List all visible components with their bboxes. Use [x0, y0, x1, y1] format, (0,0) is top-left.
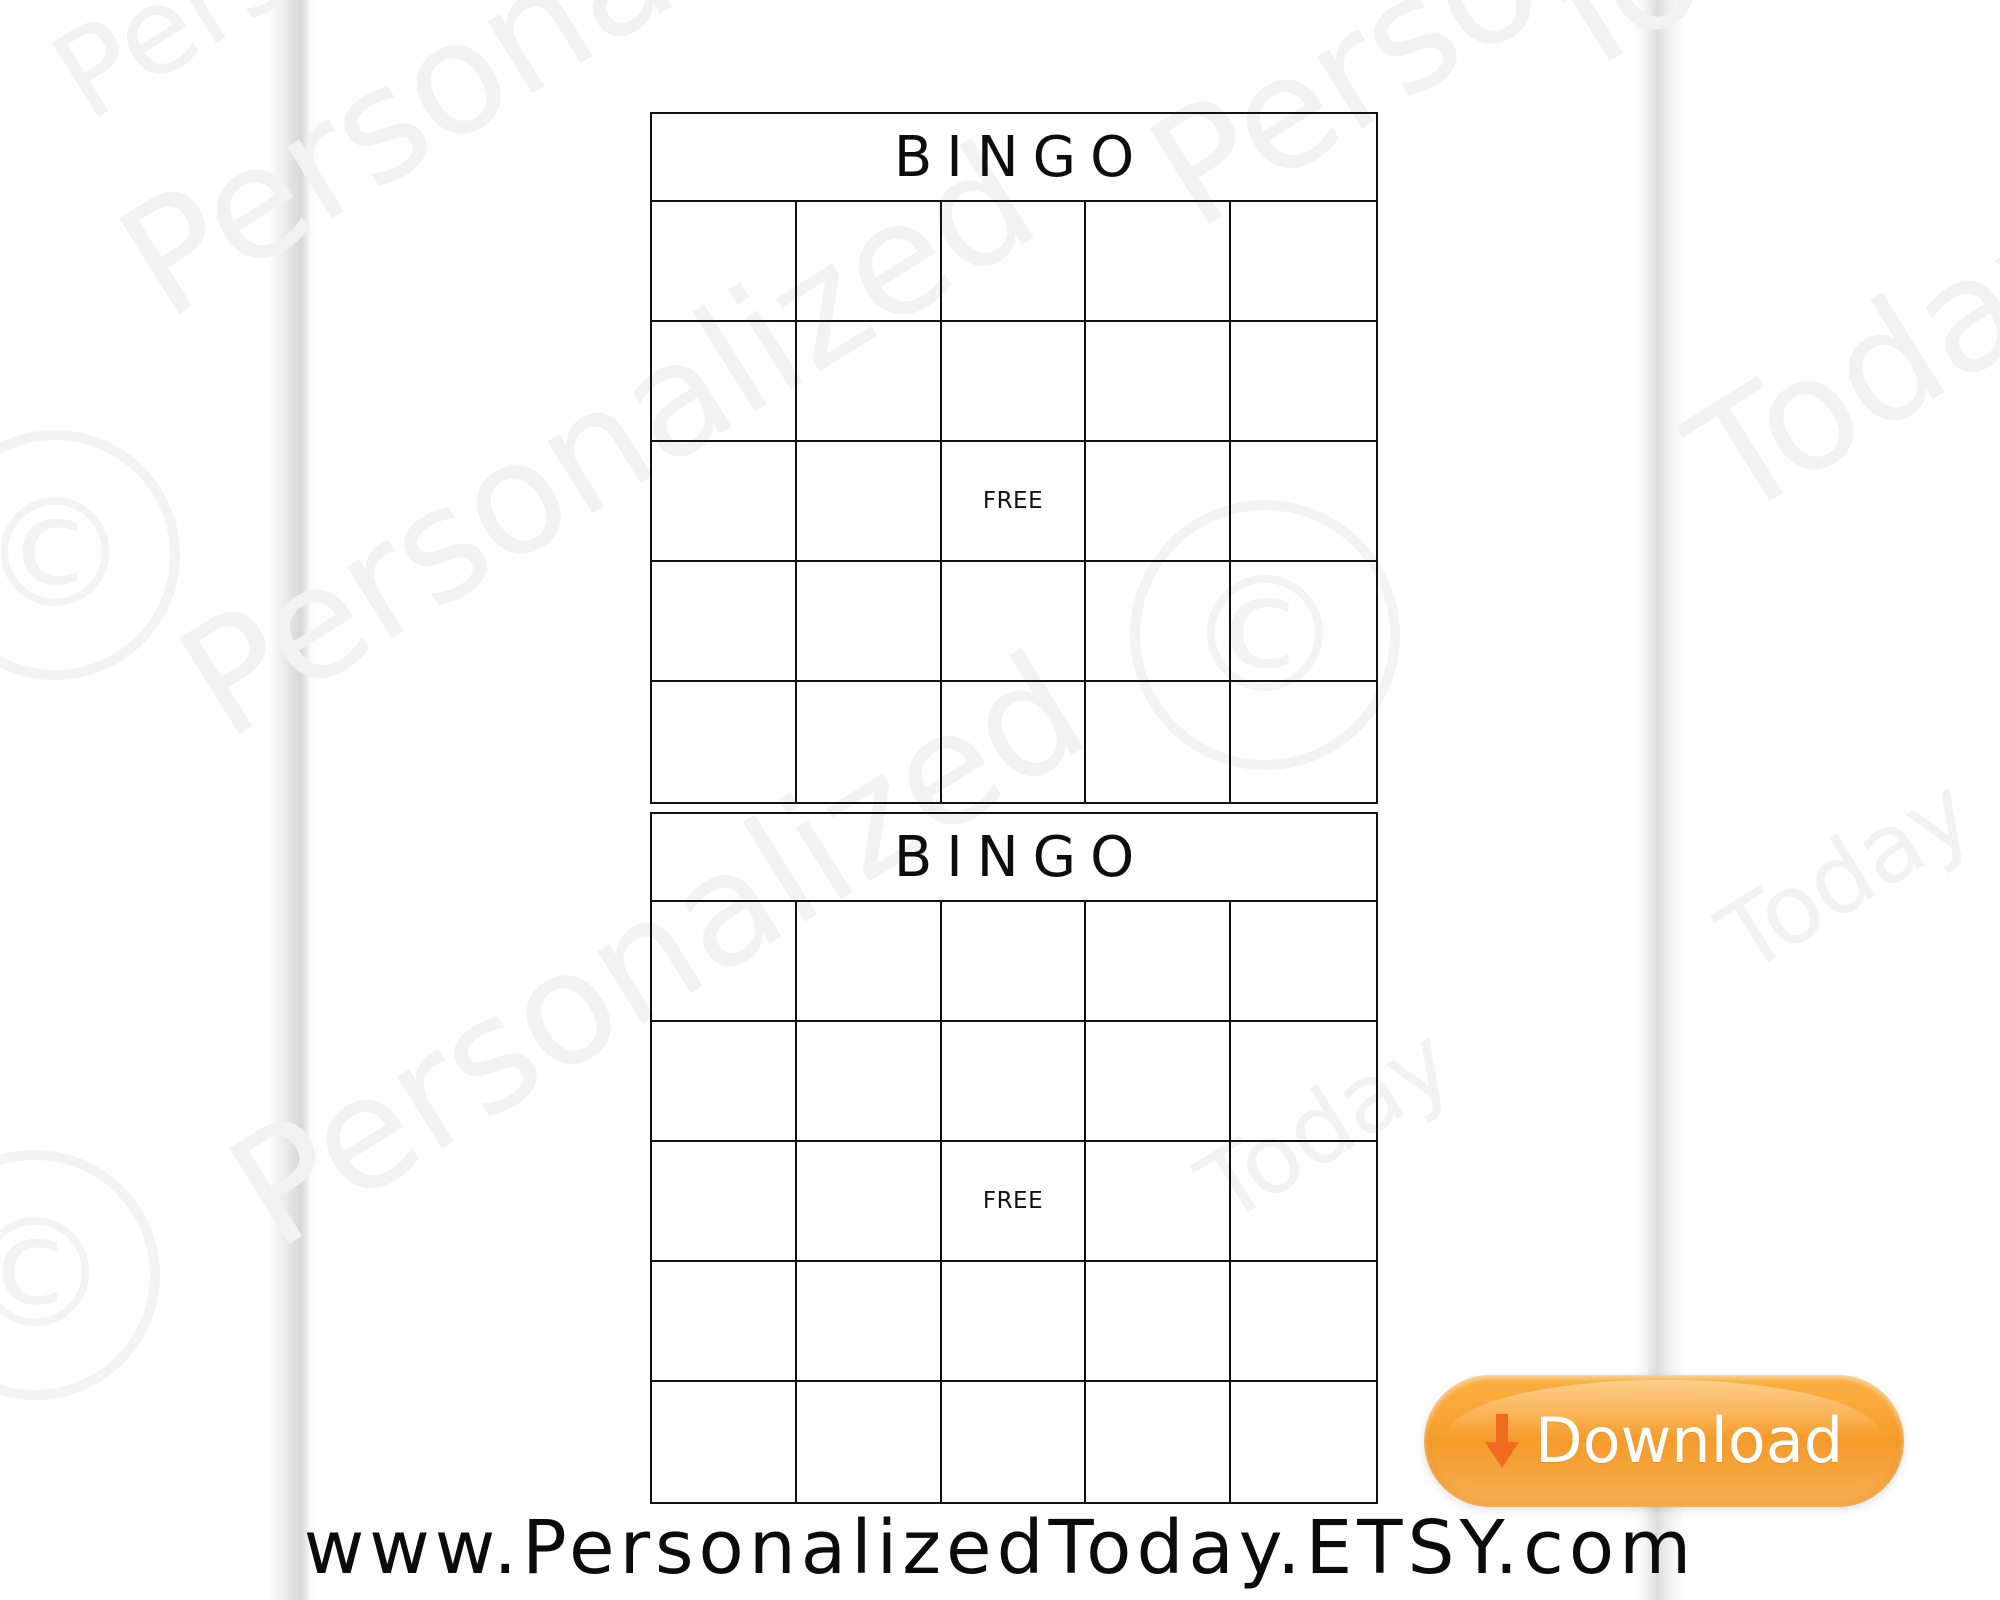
bingo-cards-container: BINGO FREE BINGO FREE	[0, 0, 2000, 1600]
bingo-cell[interactable]	[796, 202, 942, 322]
bingo-card-1-title: BINGO	[652, 114, 1376, 202]
bingo-cell[interactable]	[797, 682, 942, 802]
bingo-cell[interactable]	[1086, 902, 1232, 1022]
bingo-cell[interactable]	[941, 1022, 1087, 1142]
bingo-cell[interactable]	[941, 202, 1087, 322]
bingo-cell[interactable]	[652, 1142, 797, 1262]
bingo-cell[interactable]	[796, 442, 942, 562]
bingo-cell[interactable]	[1231, 902, 1376, 1022]
bingo-cell[interactable]	[1086, 682, 1232, 802]
bingo-card-1: BINGO FREE	[650, 112, 1378, 804]
bingo-cell[interactable]	[1086, 322, 1232, 442]
bingo-cell[interactable]	[652, 1382, 797, 1502]
bingo-cell[interactable]	[1231, 562, 1376, 682]
paper-background: © © © Personalized Personalized Personaliz…	[0, 0, 2000, 1600]
bingo-card-2: BINGO FREE	[650, 812, 1378, 1504]
bingo-cell[interactable]	[1086, 1142, 1232, 1262]
bingo-cell[interactable]	[1086, 1262, 1232, 1382]
bingo-cell[interactable]	[1231, 322, 1376, 442]
bingo-cell[interactable]	[652, 1022, 797, 1142]
bingo-cell[interactable]	[652, 442, 797, 562]
bingo-cell[interactable]	[652, 562, 797, 682]
bingo-cell[interactable]	[1231, 1382, 1376, 1502]
bingo-card-2-grid: FREE	[652, 902, 1376, 1502]
bingo-cell[interactable]	[1231, 1142, 1376, 1262]
bingo-cell[interactable]	[942, 682, 1087, 802]
bingo-cell[interactable]	[941, 902, 1087, 1022]
bingo-cell[interactable]	[652, 1262, 797, 1382]
bingo-cell[interactable]	[1231, 682, 1376, 802]
download-button-label: Download	[1534, 1404, 1844, 1477]
bingo-card-2-title: BINGO	[652, 814, 1376, 902]
bingo-cell[interactable]	[1086, 442, 1232, 562]
bingo-cell[interactable]	[941, 562, 1087, 682]
bingo-cell[interactable]	[1231, 1262, 1376, 1382]
bingo-cell[interactable]	[796, 1142, 942, 1262]
bingo-cell[interactable]	[1231, 1022, 1376, 1142]
bingo-cell[interactable]	[796, 902, 942, 1022]
bingo-cell[interactable]	[652, 202, 797, 322]
bingo-cell[interactable]	[941, 1262, 1087, 1382]
bingo-cell[interactable]	[1086, 202, 1232, 322]
bingo-cell-free[interactable]: FREE	[941, 1142, 1087, 1262]
download-button-content: Download	[1484, 1404, 1844, 1477]
bingo-cell[interactable]	[796, 1022, 942, 1142]
bingo-cell[interactable]	[1231, 442, 1376, 562]
bingo-cell[interactable]	[941, 322, 1087, 442]
bingo-cell[interactable]	[1231, 202, 1376, 322]
down-arrow-icon	[1484, 1414, 1519, 1468]
bingo-card-1-grid: FREE	[652, 202, 1376, 802]
bingo-cell-free[interactable]: FREE	[941, 442, 1087, 562]
bingo-cell[interactable]	[796, 1262, 942, 1382]
bingo-cell[interactable]	[796, 562, 942, 682]
bingo-cell[interactable]	[1086, 562, 1232, 682]
bingo-cell[interactable]	[797, 1382, 942, 1502]
bingo-cell[interactable]	[652, 682, 797, 802]
download-button[interactable]: Download	[1424, 1375, 1904, 1507]
bingo-cell[interactable]	[1086, 1022, 1232, 1142]
footer-url: www.PersonalizedToday.ETSY.com	[303, 1505, 1697, 1591]
bingo-cell[interactable]	[652, 902, 797, 1022]
bingo-cell[interactable]	[942, 1382, 1087, 1502]
bingo-cell[interactable]	[652, 322, 797, 442]
bingo-cell[interactable]	[796, 322, 942, 442]
bingo-cell[interactable]	[1086, 1382, 1232, 1502]
